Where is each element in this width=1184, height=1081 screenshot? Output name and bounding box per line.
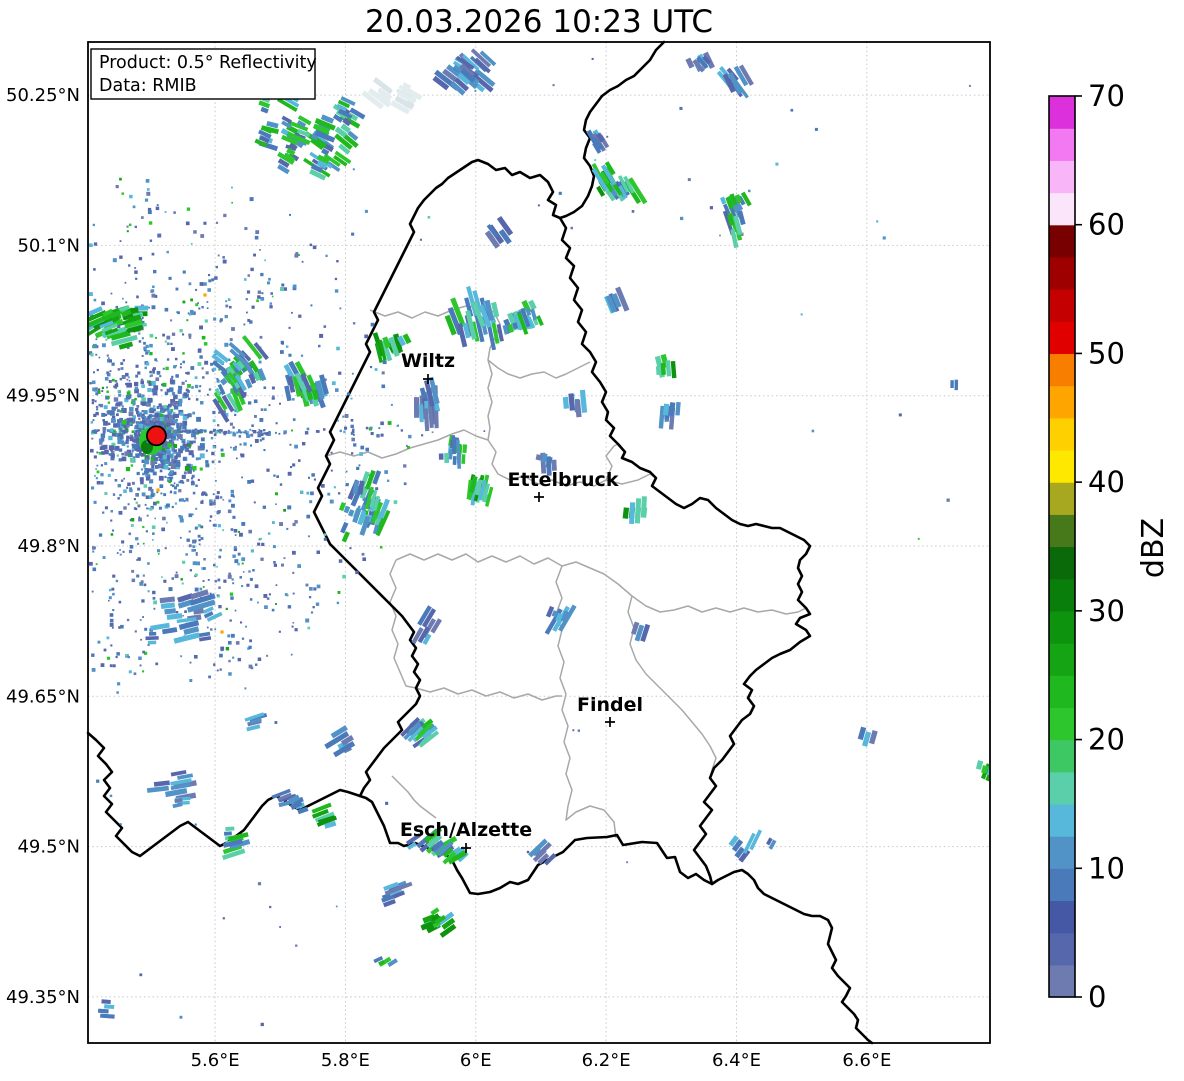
figure-title: 20.03.2026 10:23 UTC	[365, 4, 713, 40]
colorbar-axis-label: dBZ	[1136, 518, 1171, 578]
city-plus-marker	[534, 492, 544, 502]
echo-streak	[203, 606, 223, 622]
city-wiltz: Wiltz	[401, 350, 455, 384]
info-product: Product: 0.5° Reflectivity	[99, 53, 317, 73]
country-borders	[86, 40, 874, 1045]
city-findel: Findel	[577, 694, 643, 727]
y-tick-label: 50.1°N	[17, 235, 80, 256]
x-tick-label: 6.2°E	[582, 1050, 631, 1071]
colorbar-tick-label: 70	[1088, 79, 1125, 113]
radar-map-figure: 20.03.2026 10:23 UTC Wiltz Ettelbruck Find…	[6, 4, 1171, 1071]
echo-streak	[975, 760, 989, 776]
colorbar: 0 10 20 30 40 50 60 70	[1048, 79, 1125, 1014]
city-label: Ettelbruck	[508, 469, 619, 491]
echo-streak	[145, 631, 159, 645]
city-label: Wiltz	[401, 350, 455, 372]
echo-streak	[97, 999, 115, 1019]
x-tick-label: 5.8°E	[321, 1050, 370, 1071]
echo-streak	[950, 379, 959, 391]
echo-streak	[766, 837, 777, 850]
echo-streak	[857, 726, 878, 747]
y-axis-labels: 49.35°N 49.5°N 49.65°N 49.8°N 49.95°N 50.1°N 5…	[6, 85, 80, 1008]
radar-site-dot	[146, 425, 167, 447]
echo-streak	[281, 115, 292, 129]
colorbar-tick-label: 50	[1088, 336, 1125, 370]
y-tick-label: 49.95°N	[6, 386, 80, 407]
city-label: Esch/Alzette	[400, 819, 532, 841]
echo-streak	[146, 780, 170, 793]
echo-streak	[173, 620, 200, 644]
echo-streak	[742, 829, 763, 854]
echo-streak	[334, 130, 359, 155]
x-tick-label: 6.6°E	[842, 1050, 891, 1071]
colorbar-tick-label: 30	[1088, 594, 1125, 628]
echo-streak	[631, 621, 651, 643]
echo-streak	[170, 769, 194, 791]
reflectivity-echoes	[89, 48, 989, 1019]
colorbar-tick-label: 10	[1088, 851, 1125, 885]
echo-streak	[411, 626, 432, 646]
ground-clutter	[89, 57, 971, 1027]
colorbar-tick-label: 60	[1088, 208, 1125, 242]
x-tick-label: 5.6°E	[191, 1050, 240, 1071]
x-tick-label: 6.4°E	[712, 1050, 761, 1071]
y-tick-label: 49.65°N	[6, 686, 80, 707]
plot-frame	[87, 41, 991, 1044]
y-tick-label: 49.35°N	[6, 987, 80, 1008]
city-ettelbruck: Ettelbruck	[508, 469, 619, 502]
colorbar-tick-label: 20	[1088, 723, 1125, 757]
x-axis-labels: 5.6°E 5.8°E 6°E 6.2°E 6.4°E 6.6°E	[191, 1050, 892, 1071]
echo-streak	[629, 496, 647, 525]
echo-streak	[324, 725, 356, 758]
y-tick-label: 49.8°N	[17, 536, 80, 557]
x-tick-label: 6°E	[460, 1050, 492, 1071]
city-label: Findel	[577, 694, 643, 716]
colorbar-tick-label: 40	[1088, 465, 1125, 499]
echo-streak	[390, 85, 423, 115]
y-tick-label: 49.5°N	[17, 837, 80, 858]
region-borders	[325, 305, 807, 839]
radar-site-marker	[146, 425, 167, 447]
info-box: Product: 0.5° Reflectivity Data: RMIB	[90, 48, 317, 100]
gridlines	[88, 42, 990, 1043]
info-data-source: Data: RMIB	[99, 76, 197, 96]
colorbar-tick-label: 0	[1088, 980, 1106, 1014]
echo-streak	[438, 453, 450, 464]
y-tick-label: 50.25°N	[6, 85, 80, 106]
